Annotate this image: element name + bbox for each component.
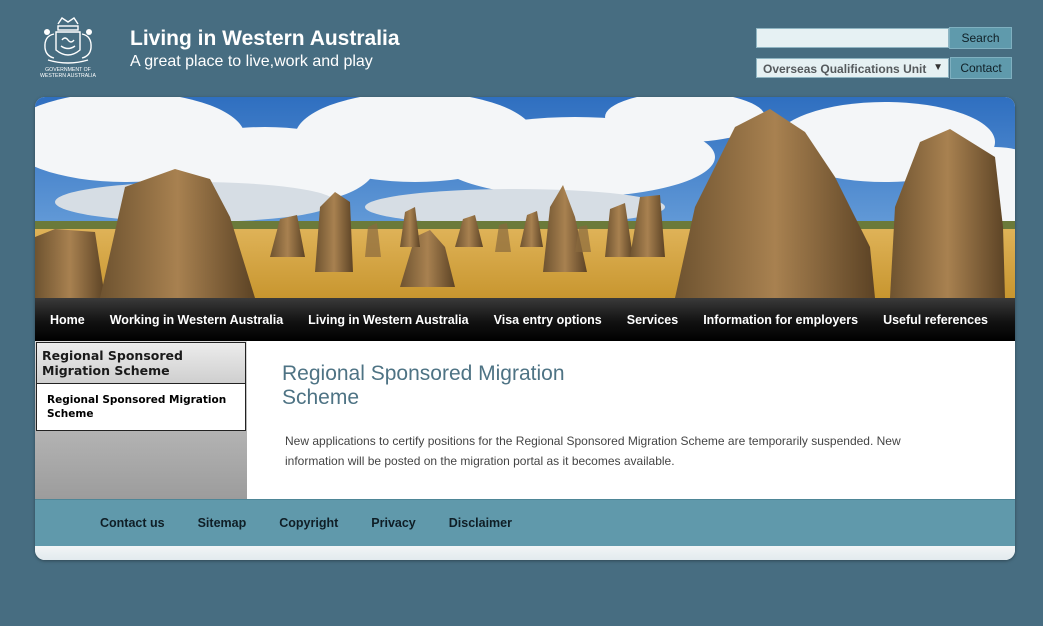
main-container: Home Working in Western Australia Living… (35, 97, 1015, 560)
sidebar-item-regional-sponsored-migration-scheme[interactable]: Regional Sponsored Migration Scheme (47, 393, 245, 421)
nav-item-home[interactable]: Home (50, 313, 85, 327)
sidebar: Regional Sponsored Migration Scheme Regi… (35, 341, 247, 499)
footer-link-contact-us[interactable]: Contact us (100, 516, 165, 530)
footer-strip (35, 546, 1015, 560)
sidebar-link-list: Regional Sponsored Migration Scheme (36, 383, 246, 431)
site-title: Living in Western Australia (130, 27, 400, 50)
footer: Contact us Sitemap Copyright Privacy Dis… (35, 499, 1015, 546)
site-tagline: A great place to live,work and play (130, 53, 373, 70)
footer-link-disclaimer[interactable]: Disclaimer (449, 516, 512, 530)
unit-select-value: Overseas Qualifications Unit (763, 62, 927, 76)
search-input[interactable] (756, 28, 949, 48)
chevron-down-icon: ▼ (933, 62, 943, 73)
crest-icon: GOVERNMENT OF WESTERN AUSTRALIA (40, 17, 96, 79)
main-navigation: Home Working in Western Australia Living… (35, 298, 1015, 341)
contact-button[interactable]: Contact (950, 57, 1012, 79)
nav-item-living-in-wa[interactable]: Living in Western Australia (308, 313, 468, 327)
footer-link-sitemap[interactable]: Sitemap (198, 516, 247, 530)
nav-item-visa-entry-options[interactable]: Visa entry options (494, 313, 602, 327)
crest-caption-line2: WESTERN AUSTRALIA (40, 73, 96, 79)
nav-item-information-for-employers[interactable]: Information for employers (703, 313, 858, 327)
main-content: Regional Sponsored Migration Scheme New … (247, 341, 1015, 499)
footer-link-copyright[interactable]: Copyright (279, 516, 338, 530)
sidebar-heading: Regional Sponsored Migration Scheme (36, 342, 246, 383)
nav-item-working-in-wa[interactable]: Working in Western Australia (110, 313, 283, 327)
banner-image (35, 97, 1015, 298)
page-title: Regional Sponsored Migration Scheme (282, 362, 565, 409)
government-crest-logo[interactable]: GOVERNMENT OF WESTERN AUSTRALIA (34, 14, 102, 80)
page-body-text: New applications to certify positions fo… (285, 434, 901, 468)
nav-item-useful-references[interactable]: Useful references (883, 313, 988, 327)
footer-link-privacy[interactable]: Privacy (371, 516, 415, 530)
unit-select[interactable]: Overseas Qualifications Unit ▼ (756, 58, 949, 78)
nav-item-services[interactable]: Services (627, 313, 678, 327)
search-button[interactable]: Search (949, 27, 1012, 49)
